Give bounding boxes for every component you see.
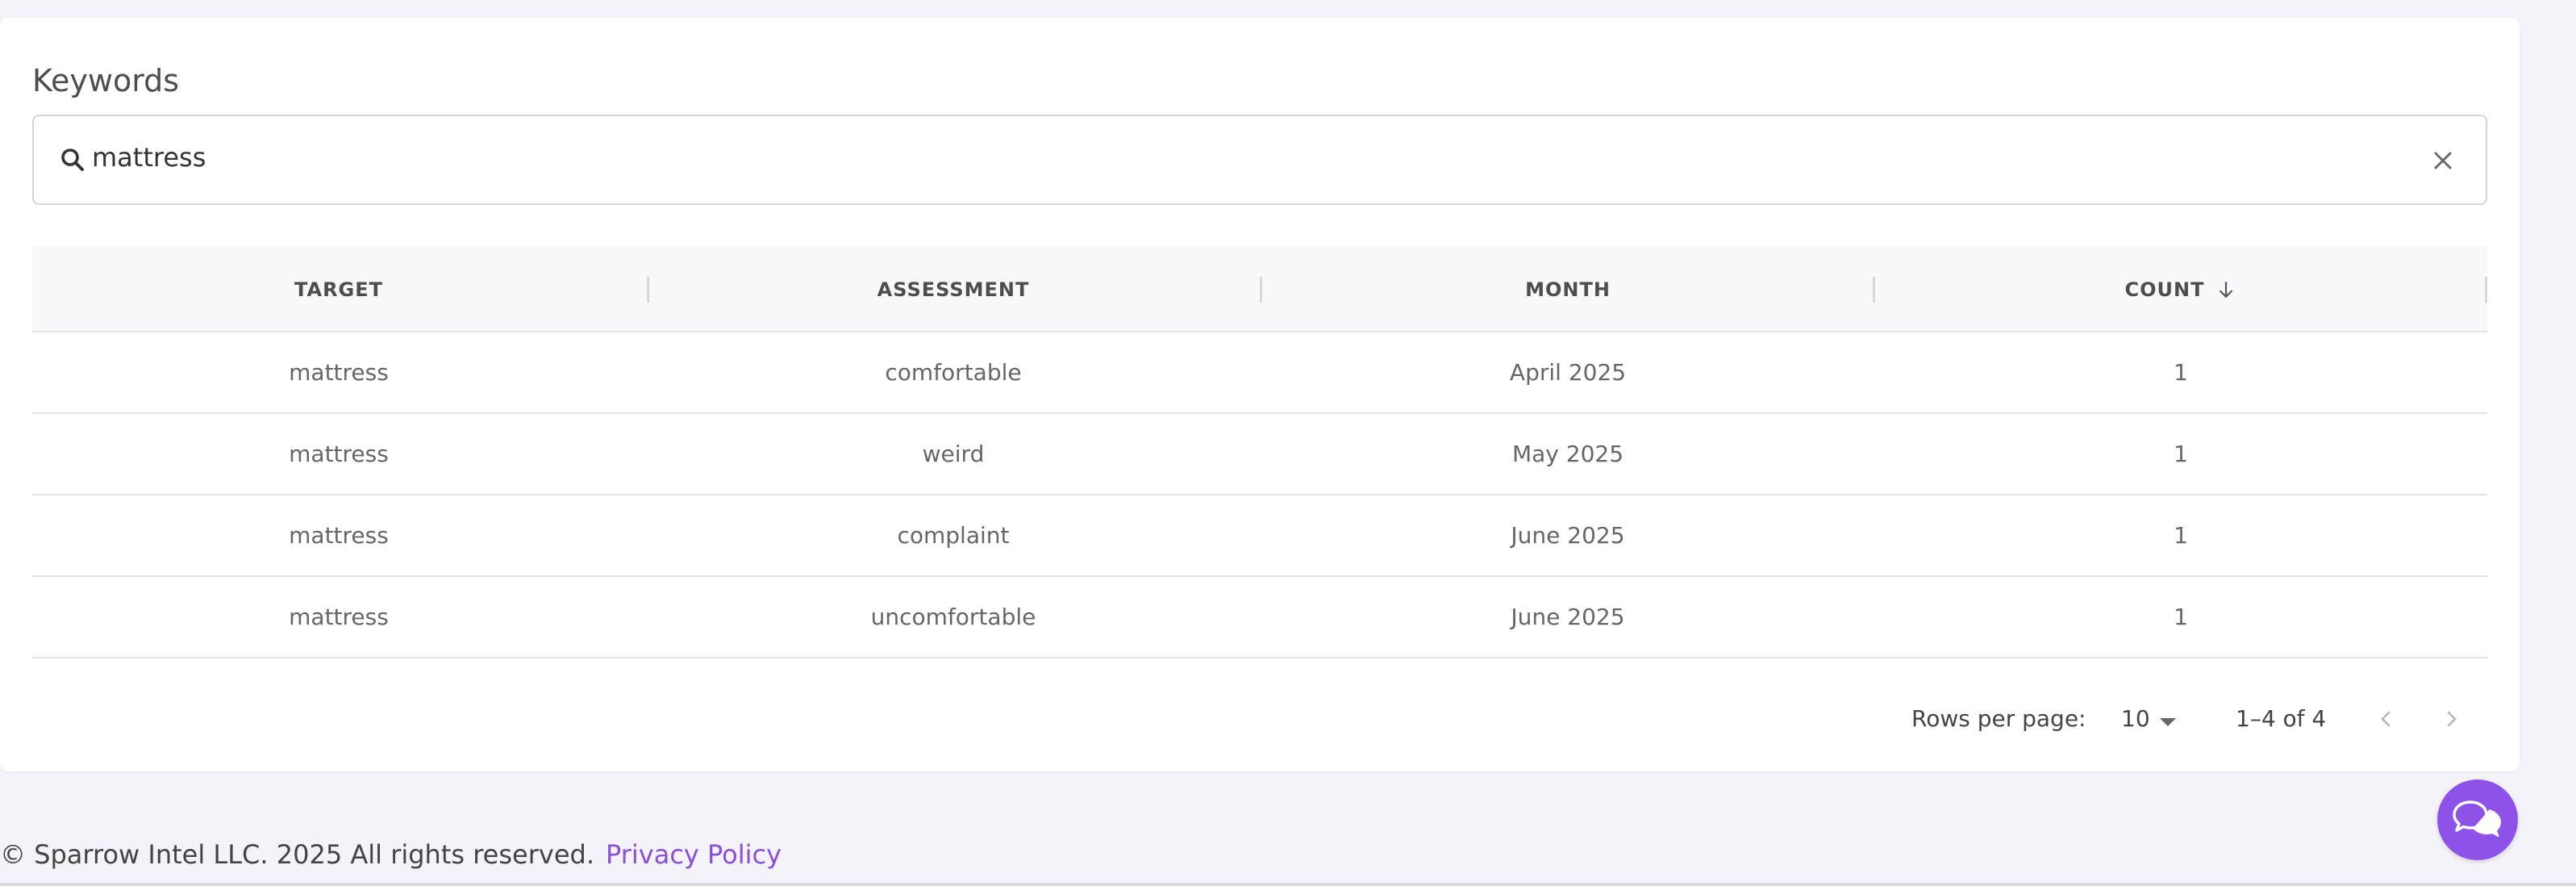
cell-count: 1 xyxy=(2174,441,2188,467)
bottom-divider xyxy=(0,883,2576,886)
keywords-table: TARGET ASSESSMENT MONTH COUNT mattress c… xyxy=(32,247,2487,658)
cell-target: mattress xyxy=(289,359,389,386)
card-title: Keywords xyxy=(32,63,180,98)
cell-count: 1 xyxy=(2174,604,2188,630)
cell-assessment: weird xyxy=(922,441,985,467)
cell-target: mattress xyxy=(289,604,389,630)
chat-button[interactable] xyxy=(2437,779,2518,860)
pagination: Rows per page: 10 1–4 of 4 xyxy=(0,705,2520,754)
search-icon xyxy=(61,148,84,171)
cell-count: 1 xyxy=(2174,359,2188,386)
chevron-right-icon[interactable] xyxy=(2439,705,2463,733)
chevron-left-icon[interactable] xyxy=(2374,705,2399,733)
table-row[interactable]: mattress weird May 2025 1 xyxy=(32,414,2487,495)
table-header: TARGET ASSESSMENT MONTH COUNT xyxy=(32,247,2487,332)
chat-icon xyxy=(2453,800,2501,837)
cell-count: 1 xyxy=(2174,522,2188,549)
column-separator[interactable] xyxy=(2485,277,2487,303)
copyright-text: © Sparrow Intel LLC. 2025 All rights res… xyxy=(0,839,594,870)
arrow-down-icon[interactable] xyxy=(2215,278,2236,302)
column-header-month[interactable]: MONTH xyxy=(1261,247,1874,332)
rows-per-page-label: Rows per page: xyxy=(1911,705,2086,732)
table-row[interactable]: mattress complaint June 2025 1 xyxy=(32,495,2487,577)
cell-month: June 2025 xyxy=(1511,522,1625,549)
privacy-policy-link[interactable]: Privacy Policy xyxy=(606,839,782,870)
column-header-count[interactable]: COUNT xyxy=(1874,247,2487,332)
cell-month: April 2025 xyxy=(1509,359,1627,386)
cell-target: mattress xyxy=(289,441,389,467)
column-header-target[interactable]: TARGET xyxy=(32,247,645,332)
cell-assessment: complaint xyxy=(897,522,1010,549)
table-row[interactable]: mattress uncomfortable June 2025 1 xyxy=(32,577,2487,658)
cell-assessment: comfortable xyxy=(885,359,1022,386)
keywords-card: Keywords mattress TARGET ASSESSMENT MONT… xyxy=(0,18,2520,771)
close-icon[interactable] xyxy=(2429,147,2457,174)
pagination-range: 1–4 of 4 xyxy=(2236,705,2327,732)
cell-month: June 2025 xyxy=(1511,604,1625,630)
column-header-assessment[interactable]: ASSESSMENT xyxy=(647,247,1260,332)
footer: © Sparrow Intel LLC. 2025 All rights res… xyxy=(0,839,782,870)
cell-target: mattress xyxy=(289,522,389,549)
search-box[interactable]: mattress xyxy=(32,115,2487,205)
cell-assessment: uncomfortable xyxy=(870,604,1036,630)
search-input[interactable]: mattress xyxy=(92,142,206,173)
caret-down-icon[interactable] xyxy=(2158,717,2178,728)
rows-per-page-select[interactable]: 10 xyxy=(2121,705,2150,732)
cell-month: May 2025 xyxy=(1511,441,1624,467)
table-row[interactable]: mattress comfortable April 2025 1 xyxy=(32,332,2487,414)
